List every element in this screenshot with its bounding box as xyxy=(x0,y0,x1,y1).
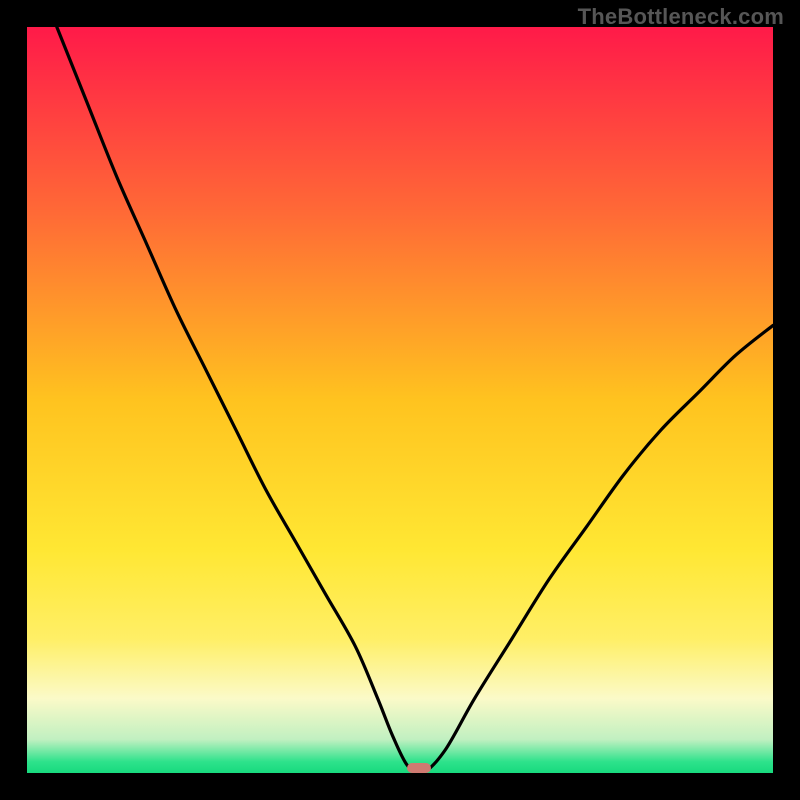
chart-frame: TheBottleneck.com xyxy=(0,0,800,800)
plot-area xyxy=(27,27,773,773)
bottleneck-curve xyxy=(27,27,773,773)
curve-path xyxy=(57,27,773,773)
optimal-marker xyxy=(407,763,431,773)
